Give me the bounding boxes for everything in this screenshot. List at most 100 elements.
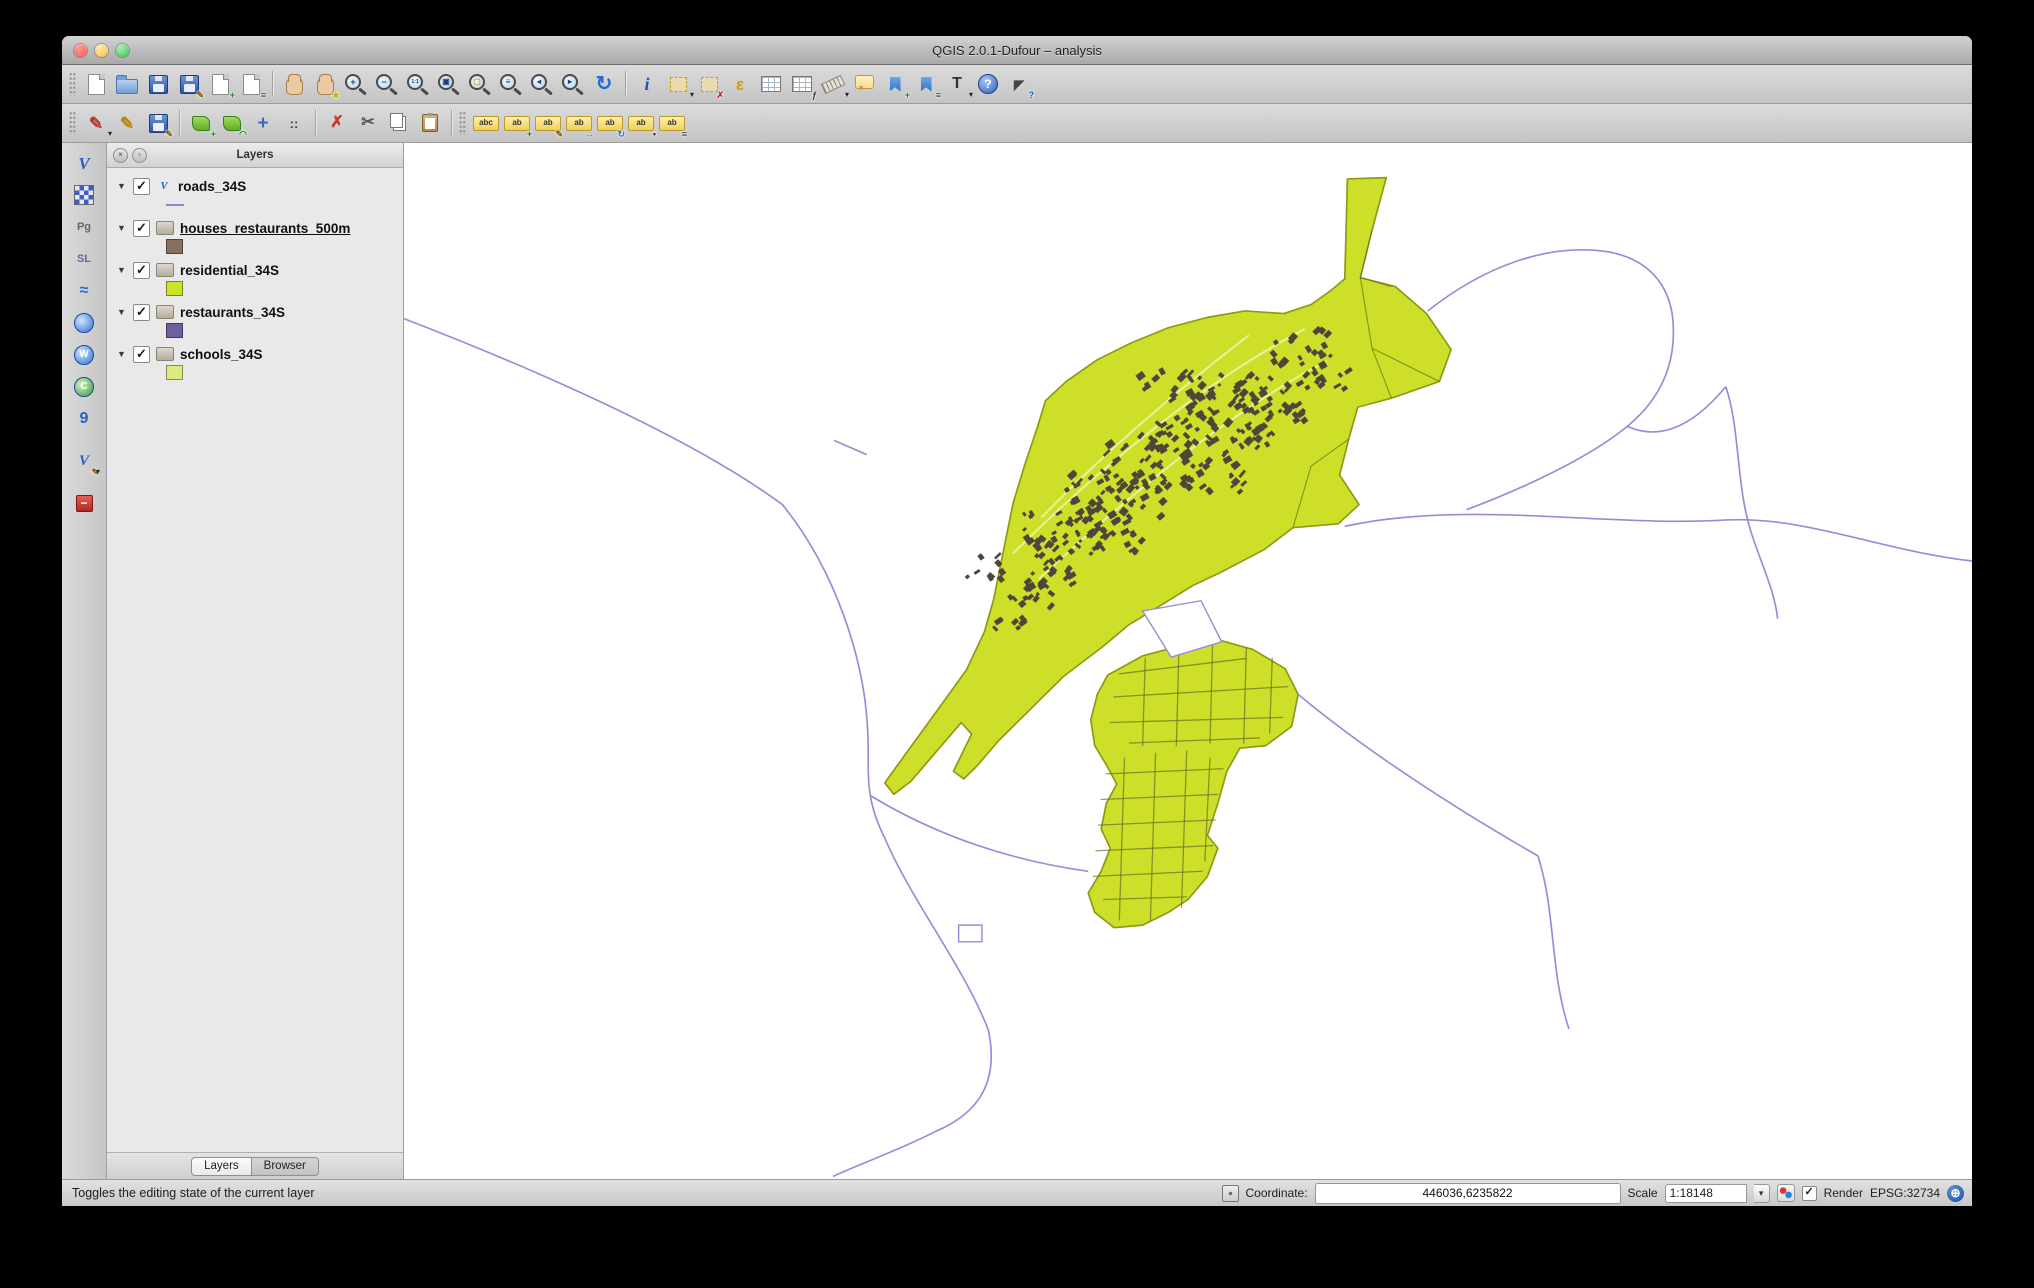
copy-features-button[interactable]: [384, 108, 414, 138]
zoom-in-button[interactable]: +: [341, 69, 371, 99]
label-pin-button[interactable]: ab•: [626, 108, 656, 138]
labeling-button[interactable]: abc: [471, 108, 501, 138]
whats-this-button[interactable]: ◤?: [1004, 69, 1034, 99]
pan-to-selection-button[interactable]: ★: [310, 69, 340, 99]
composer-manager-button[interactable]: ≡: [236, 69, 266, 99]
panel-float-button[interactable]: ▫: [132, 148, 147, 163]
save-project-as-button[interactable]: ✎: [174, 69, 204, 99]
layer-checkbox[interactable]: ✓: [133, 346, 150, 363]
scale-combo-arrow-icon[interactable]: ▾: [1754, 1184, 1770, 1203]
zoom-last-button[interactable]: ◂: [527, 69, 557, 99]
current-edits-button[interactable]: ✎: [81, 108, 111, 138]
map-tips-button[interactable]: [849, 69, 879, 99]
toolbar-grip[interactable]: [69, 72, 76, 96]
pan-map-button[interactable]: [279, 69, 309, 99]
add-spatialite-layer-button[interactable]: SL: [69, 244, 99, 274]
field-calculator-button[interactable]: ƒ: [787, 69, 817, 99]
layer-name[interactable]: schools_34S: [180, 347, 263, 362]
zoom-out-button[interactable]: −: [372, 69, 402, 99]
layer-name[interactable]: houses_restaurants_500m: [180, 221, 350, 236]
zoom-to-selection-button[interactable]: ▢: [465, 69, 495, 99]
tab-browser[interactable]: Browser: [252, 1157, 319, 1176]
toggle-editing-button[interactable]: ✎: [112, 108, 142, 138]
deselect-features-button[interactable]: ✗: [694, 69, 724, 99]
expand-triangle-icon[interactable]: ▼: [117, 307, 127, 317]
close-window-button[interactable]: [74, 44, 87, 57]
add-wms-layer-button[interactable]: W: [69, 340, 99, 370]
zoom-next-button[interactable]: ▸: [558, 69, 588, 99]
add-postgis-layer-button[interactable]: Pg: [69, 212, 99, 242]
add-mssql-layer-button[interactable]: ≈: [69, 276, 99, 306]
layer-swatch[interactable]: [166, 281, 183, 296]
zoom-full-button[interactable]: ▣: [434, 69, 464, 99]
toolbar-grip[interactable]: [459, 111, 466, 135]
layer-swatch[interactable]: [166, 239, 183, 254]
show-bookmarks-button[interactable]: ≡: [911, 69, 941, 99]
expand-triangle-icon[interactable]: ▼: [117, 223, 127, 233]
new-vector-layer-button[interactable]: V✎: [69, 446, 99, 476]
add-feature-button[interactable]: +: [186, 108, 216, 138]
label-move-button[interactable]: ab↔: [564, 108, 594, 138]
layers-panel-header[interactable]: × ▫ Layers: [107, 143, 403, 168]
save-layer-edits-button[interactable]: ✎: [143, 108, 173, 138]
add-raster-layer-button[interactable]: [69, 180, 99, 210]
identify-features-button[interactable]: i: [632, 69, 662, 99]
map-canvas[interactable]: [404, 143, 1972, 1179]
text-annotation-button[interactable]: T: [942, 69, 972, 99]
layer-checkbox[interactable]: ✓: [133, 178, 150, 195]
render-checkbox[interactable]: ✓: [1802, 1186, 1817, 1201]
map-refresh-button[interactable]: ↻: [589, 69, 619, 99]
open-project-button[interactable]: [112, 69, 142, 99]
select-by-expression-button[interactable]: ε: [725, 69, 755, 99]
expand-triangle-icon[interactable]: ▼: [117, 265, 127, 275]
layer-checkbox[interactable]: ✓: [133, 220, 150, 237]
layer-swatch[interactable]: [166, 204, 184, 206]
label-properties-button[interactable]: ab≡: [657, 108, 687, 138]
add-vector-layer-button[interactable]: V: [69, 148, 99, 178]
tab-layers[interactable]: Layers: [191, 1157, 252, 1176]
add-wfs-layer-button[interactable]: 9: [69, 404, 99, 434]
label-rotate-button[interactable]: ab↻: [595, 108, 625, 138]
label-add-button[interactable]: ab+: [502, 108, 532, 138]
toolbar-separator: [315, 110, 316, 136]
render-quality-icon[interactable]: [1777, 1184, 1795, 1202]
zoom-native-button[interactable]: 1:1: [403, 69, 433, 99]
remove-layer-button[interactable]: −: [69, 488, 99, 518]
layer-name[interactable]: restaurants_34S: [180, 305, 285, 320]
new-project-button[interactable]: [81, 69, 111, 99]
open-attribute-table-button[interactable]: [756, 69, 786, 99]
save-project-button[interactable]: [143, 69, 173, 99]
node-tool-button[interactable]: ::: [279, 108, 309, 138]
new-bookmark-button[interactable]: +: [880, 69, 910, 99]
title-bar[interactable]: QGIS 2.0.1-Dufour – analysis: [62, 36, 1972, 65]
cut-features-button[interactable]: ✂: [353, 108, 383, 138]
select-features-button[interactable]: [663, 69, 693, 99]
layer-checkbox[interactable]: ✓: [133, 262, 150, 279]
paste-features-button[interactable]: [415, 108, 445, 138]
zoom-to-layer-button[interactable]: ≡: [496, 69, 526, 99]
layer-name[interactable]: roads_34S: [178, 179, 246, 194]
measure-button[interactable]: [818, 69, 848, 99]
move-feature-button[interactable]: +: [248, 108, 278, 138]
coordinate-input[interactable]: [1315, 1183, 1621, 1204]
crs-status-icon[interactable]: ⊕: [1947, 1185, 1964, 1202]
layer-checkbox[interactable]: ✓: [133, 304, 150, 321]
layer-name[interactable]: residential_34S: [180, 263, 279, 278]
zoom-window-button[interactable]: [116, 44, 129, 57]
scale-combo[interactable]: 1:18148: [1665, 1184, 1747, 1203]
minimize-window-button[interactable]: [95, 44, 108, 57]
layer-swatch[interactable]: [166, 365, 183, 380]
expand-triangle-icon[interactable]: ▼: [117, 349, 127, 359]
help-contents-button[interactable]: ?: [973, 69, 1003, 99]
mouse-position-icon[interactable]: [1222, 1185, 1239, 1202]
toolbar-grip[interactable]: [69, 111, 76, 135]
add-circular-string-button[interactable]: ◠: [217, 108, 247, 138]
layer-swatch[interactable]: [166, 323, 183, 338]
add-oracle-layer-button[interactable]: [69, 308, 99, 338]
delete-selected-button[interactable]: ✗: [322, 108, 352, 138]
label-change-button[interactable]: ab✎: [533, 108, 563, 138]
expand-triangle-icon[interactable]: ▼: [117, 181, 127, 191]
new-print-composer-button[interactable]: +: [205, 69, 235, 99]
add-wcs-layer-button[interactable]: C: [69, 372, 99, 402]
panel-close-button[interactable]: ×: [113, 148, 128, 163]
